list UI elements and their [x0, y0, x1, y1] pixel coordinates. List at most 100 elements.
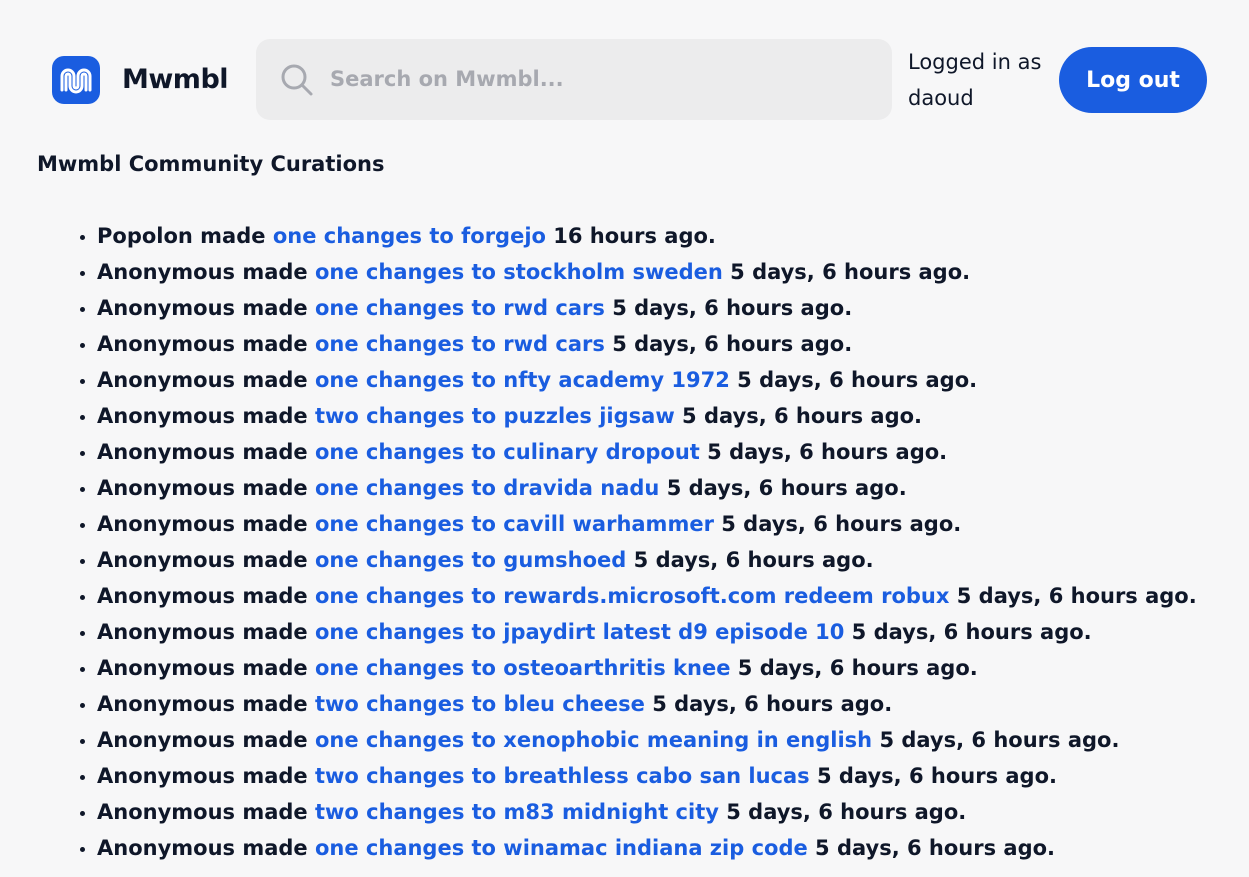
list-item: Anonymous made one changes to stockholm …	[97, 254, 1227, 290]
curation-time: 5 days, 6 hours ago.	[730, 260, 971, 284]
curation-time: 5 days, 6 hours ago.	[682, 404, 923, 428]
curation-user: Anonymous	[97, 440, 236, 464]
curation-link[interactable]: one changes to dravida nadu	[315, 476, 659, 500]
curation-user: Anonymous	[97, 260, 236, 284]
search-input[interactable]	[330, 59, 870, 99]
curation-verb: made	[242, 728, 308, 752]
curation-time: 5 days, 6 hours ago.	[817, 764, 1057, 788]
list-item: Anonymous made one changes to dravida na…	[97, 470, 1227, 506]
curation-link[interactable]: one changes to forgejo	[273, 224, 546, 248]
curation-verb: made	[242, 548, 308, 572]
curation-verb: made	[242, 692, 308, 716]
list-item: Anonymous made one changes to cavill war…	[97, 506, 1227, 542]
list-item: Anonymous made one changes to culinary d…	[97, 434, 1227, 470]
list-item: Anonymous made one changes to rwd cars 5…	[97, 326, 1227, 362]
search-icon	[281, 64, 313, 96]
logged-in-status: Logged in as daoud	[908, 50, 1042, 110]
curation-time: 5 days, 6 hours ago.	[737, 368, 978, 392]
curation-user: Anonymous	[97, 368, 236, 392]
curation-link[interactable]: one changes to rwd cars	[315, 332, 605, 356]
logo-wave-icon	[60, 68, 92, 94]
curation-verb: made	[242, 332, 308, 356]
curation-time: 5 days, 6 hours ago.	[612, 296, 853, 320]
curation-user: Anonymous	[97, 512, 236, 536]
curation-link[interactable]: two changes to puzzles jigsaw	[315, 404, 675, 428]
curation-user: Anonymous	[97, 764, 236, 788]
list-item: Anonymous made one changes to xenophobic…	[97, 722, 1227, 758]
list-item: Anonymous made one changes to rewards.mi…	[97, 578, 1227, 614]
list-item: Popolon made one changes to forgejo 16 h…	[97, 218, 1227, 254]
list-item: Anonymous made one changes to rwd cars 5…	[97, 290, 1227, 326]
curation-verb: made	[242, 404, 308, 428]
list-item: Anonymous made one changes to gumshoed 5…	[97, 542, 1227, 578]
curation-verb: made	[200, 224, 266, 248]
curation-link[interactable]: one changes to winamac indiana zip code	[315, 836, 808, 860]
curation-user: Anonymous	[97, 656, 236, 680]
top-bar: Mwmbl Logged in as daoud Log out	[0, 0, 1249, 150]
list-item: Anonymous made one changes to winamac in…	[97, 830, 1227, 866]
curation-link[interactable]: two changes to breathless cabo san lucas	[315, 764, 810, 788]
curation-link[interactable]: one changes to xenophobic meaning in eng…	[315, 728, 872, 752]
curations-list: Popolon made one changes to forgejo 16 h…	[0, 218, 1227, 866]
search-bar[interactable]	[256, 39, 892, 120]
curation-link[interactable]: one changes to rewards.microsoft.com red…	[315, 584, 949, 608]
curation-verb: made	[242, 368, 308, 392]
curation-user: Anonymous	[97, 800, 236, 824]
curation-time: 5 days, 6 hours ago.	[726, 800, 967, 824]
curation-link[interactable]: one changes to nfty academy 1972	[315, 368, 730, 392]
curation-verb: made	[242, 656, 308, 680]
curation-user: Anonymous	[97, 404, 236, 428]
curation-time: 5 days, 6 hours ago.	[815, 836, 1056, 860]
mwmbl-logo-icon[interactable]	[52, 56, 100, 104]
curation-verb: made	[242, 512, 308, 536]
curation-link[interactable]: one changes to cavill warhammer	[315, 512, 714, 536]
curation-link[interactable]: one changes to rwd cars	[315, 296, 605, 320]
curation-verb: made	[242, 764, 308, 788]
curation-verb: made	[242, 440, 308, 464]
curation-time: 5 days, 6 hours ago.	[633, 548, 874, 572]
list-item: Anonymous made two changes to puzzles ji…	[97, 398, 1227, 434]
curation-link[interactable]: one changes to culinary dropout	[315, 440, 700, 464]
curation-time: 16 hours ago.	[553, 224, 716, 248]
curation-user: Anonymous	[97, 584, 236, 608]
curation-time: 5 days, 6 hours ago.	[721, 512, 962, 536]
list-item: Anonymous made one changes to osteoarthr…	[97, 650, 1227, 686]
curation-user: Anonymous	[97, 620, 236, 644]
list-item: Anonymous made two changes to m83 midnig…	[97, 794, 1227, 830]
curation-user: Anonymous	[97, 728, 236, 752]
curation-user: Anonymous	[97, 836, 236, 860]
curation-verb: made	[242, 836, 308, 860]
curation-time: 5 days, 6 hours ago.	[707, 440, 948, 464]
curation-verb: made	[242, 476, 308, 500]
curation-link[interactable]: one changes to jpaydirt latest d9 episod…	[315, 620, 844, 644]
curation-user: Anonymous	[97, 332, 236, 356]
curation-user: Anonymous	[97, 476, 236, 500]
curation-link[interactable]: one changes to osteoarthritis knee	[315, 656, 730, 680]
list-item: Anonymous made one changes to jpaydirt l…	[97, 614, 1227, 650]
curation-link[interactable]: two changes to bleu cheese	[315, 692, 645, 716]
curation-time: 5 days, 6 hours ago.	[737, 656, 978, 680]
curation-user: Popolon	[97, 224, 193, 248]
page-title: Mwmbl Community Curations	[37, 152, 385, 176]
curation-verb: made	[242, 260, 308, 284]
curation-user: Anonymous	[97, 692, 236, 716]
curation-time: 5 days, 6 hours ago.	[652, 692, 893, 716]
list-item: Anonymous made two changes to bleu chees…	[97, 686, 1227, 722]
curation-verb: made	[242, 584, 308, 608]
curation-verb: made	[242, 296, 308, 320]
brand-name[interactable]: Mwmbl	[122, 62, 229, 98]
logout-button[interactable]: Log out	[1059, 47, 1207, 113]
curation-link[interactable]: one changes to stockholm sweden	[315, 260, 723, 284]
curation-time: 5 days, 6 hours ago.	[851, 620, 1092, 644]
curation-time: 5 days, 6 hours ago.	[879, 728, 1120, 752]
list-item: Anonymous made one changes to nfty acade…	[97, 362, 1227, 398]
curation-verb: made	[242, 620, 308, 644]
curation-user: Anonymous	[97, 296, 236, 320]
curation-verb: made	[242, 800, 308, 824]
curation-time: 5 days, 6 hours ago.	[956, 584, 1197, 608]
curation-time: 5 days, 6 hours ago.	[666, 476, 907, 500]
curation-link[interactable]: one changes to gumshoed	[315, 548, 626, 572]
curation-user: Anonymous	[97, 548, 236, 572]
curation-link[interactable]: two changes to m83 midnight city	[315, 800, 719, 824]
list-item: Anonymous made two changes to breathless…	[97, 758, 1227, 794]
